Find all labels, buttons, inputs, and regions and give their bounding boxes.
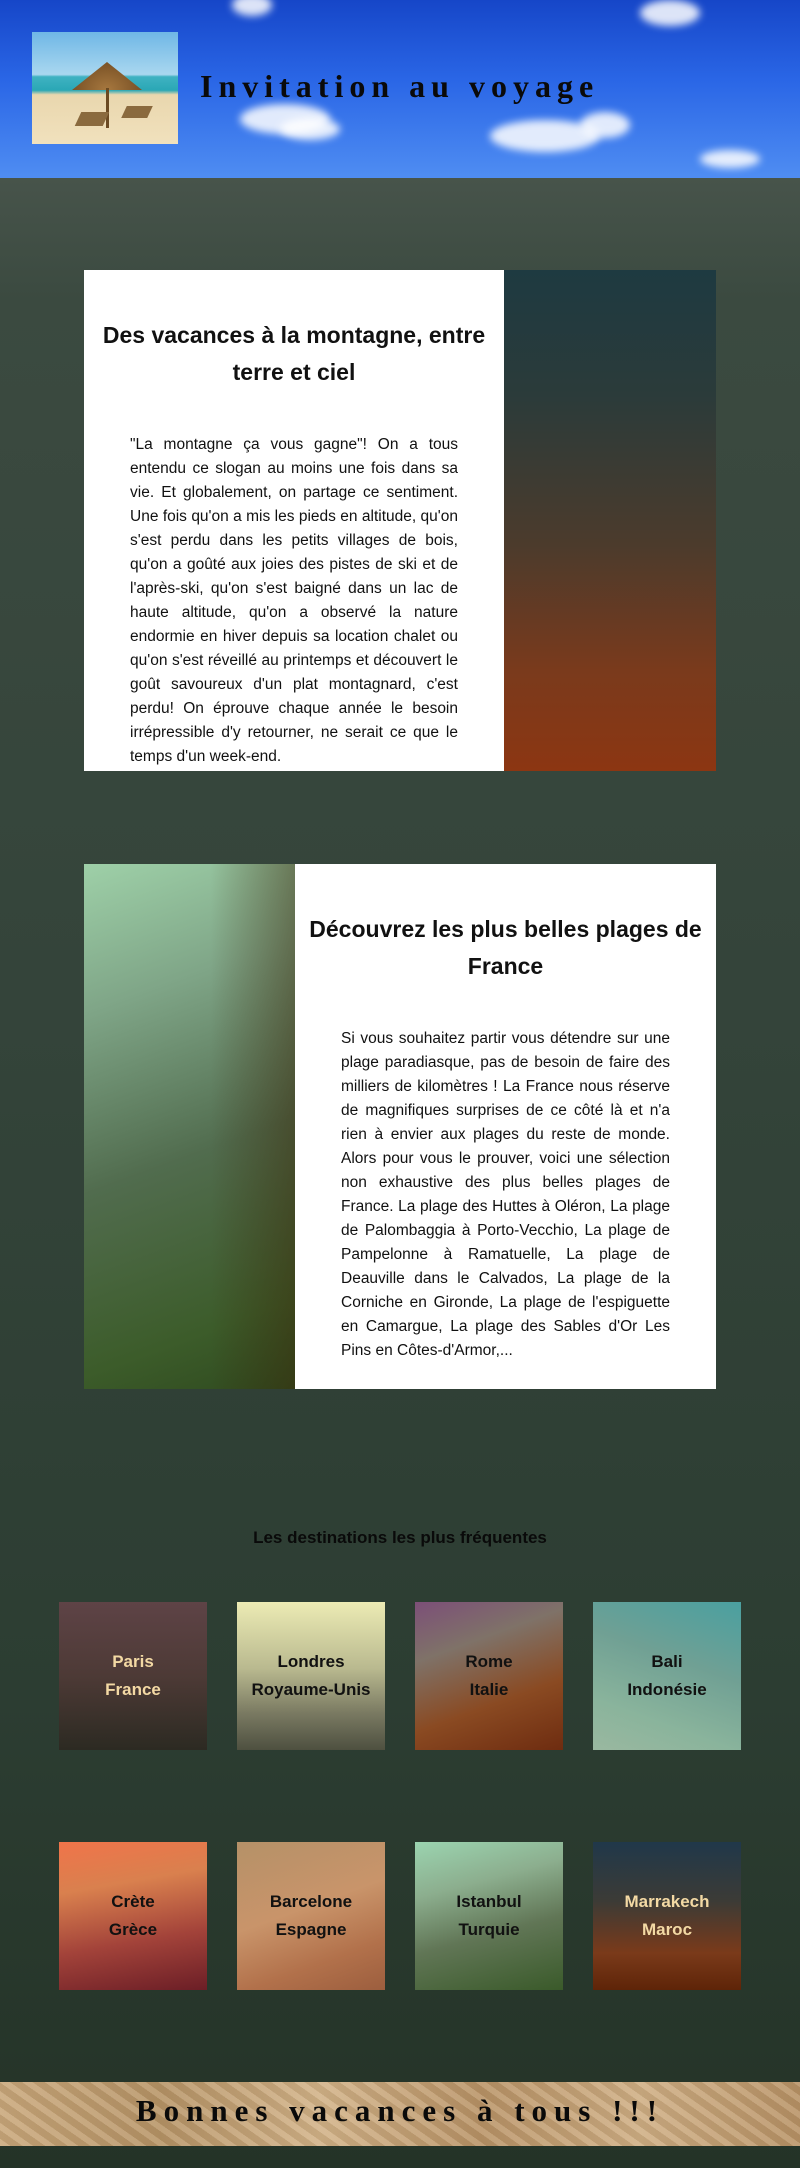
destination-tile-londres[interactable]: Londres Royaume-Unis bbox=[237, 1602, 385, 1750]
destination-country: Maroc bbox=[641, 1920, 693, 1939]
cloud bbox=[700, 150, 760, 168]
beach-logo-image[interactable] bbox=[32, 32, 178, 144]
destination-country: Espagne bbox=[275, 1920, 347, 1939]
destination-country: Royaume-Unis bbox=[251, 1680, 371, 1699]
deck-chair bbox=[74, 112, 110, 126]
parasol-pole bbox=[106, 88, 109, 128]
beach-section-text: Si vous souhaitez partir vous détendre s… bbox=[341, 1030, 670, 1359]
header-banner: Invitation au voyage bbox=[0, 0, 800, 178]
destination-tile-marrakech[interactable]: Marrakech Maroc bbox=[593, 1842, 741, 1990]
destination-country: France bbox=[105, 1680, 161, 1699]
destination-country: Turquie bbox=[458, 1920, 520, 1939]
destination-city: Rome bbox=[465, 1652, 513, 1671]
destination-city: Istanbul bbox=[456, 1892, 522, 1911]
beach-section-title: Découvrez les plus belles plages de Fran… bbox=[309, 916, 702, 979]
mountain-image bbox=[504, 270, 716, 771]
destination-tile-paris[interactable]: Paris France bbox=[59, 1602, 207, 1750]
beach-image bbox=[84, 864, 295, 1389]
footer-text: Bonnes vacances à tous !!! bbox=[135, 2093, 665, 2128]
destination-tile-crete[interactable]: Crète Grèce bbox=[59, 1842, 207, 1990]
destinations-title: Les destinations les plus fréquentes bbox=[253, 1528, 547, 1547]
beach-section: Découvrez les plus belles plages de Fran… bbox=[295, 864, 716, 1389]
mountain-section-text: "La montagne ça vous gagne"! On a tous e… bbox=[130, 436, 458, 765]
mountain-section: Des vacances à la montagne, entre terre … bbox=[84, 270, 504, 771]
destination-tile-bali[interactable]: Bali Indonésie bbox=[593, 1602, 741, 1750]
cloud bbox=[580, 112, 630, 138]
destination-country: Grèce bbox=[108, 1920, 158, 1939]
site-title: Invitation au voyage bbox=[200, 68, 600, 104]
destination-tile-rome[interactable]: Rome Italie bbox=[415, 1602, 563, 1750]
destination-country: Indonésie bbox=[627, 1680, 707, 1699]
destination-city: Marrakech bbox=[624, 1892, 710, 1911]
destination-tile-barcelone[interactable]: Barcelone Espagne bbox=[237, 1842, 385, 1990]
cloud bbox=[280, 118, 340, 140]
cloud bbox=[232, 0, 272, 16]
destination-city: Barcelone bbox=[269, 1892, 353, 1911]
destination-tile-istanbul[interactable]: Istanbul Turquie bbox=[415, 1842, 563, 1990]
destination-city: Londres bbox=[277, 1652, 345, 1671]
mountain-section-title: Des vacances à la montagne, entre terre … bbox=[102, 322, 486, 385]
destination-country: Italie bbox=[469, 1680, 509, 1699]
cloud bbox=[640, 0, 700, 26]
destination-city: Bali bbox=[651, 1652, 683, 1671]
destination-city: Crète bbox=[111, 1892, 155, 1911]
deck-chair bbox=[121, 106, 153, 118]
destination-city: Paris bbox=[112, 1652, 154, 1671]
parasol-shape bbox=[72, 62, 142, 90]
footer-banner: Bonnes vacances à tous !!! bbox=[0, 2082, 800, 2146]
